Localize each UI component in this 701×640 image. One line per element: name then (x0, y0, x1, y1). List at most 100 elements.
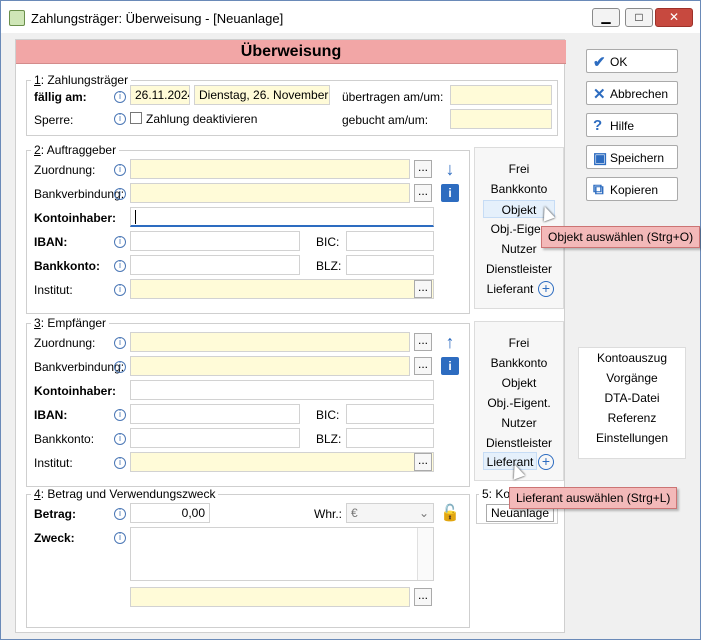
faellig-weekday-display: Dienstag, 26. November (194, 85, 330, 105)
info-icon[interactable]: i (114, 361, 126, 373)
empfaenger-institut-input[interactable] (130, 452, 434, 472)
info-icon[interactable]: i (114, 164, 126, 176)
ok-button[interactable]: ✔ OK (586, 49, 678, 73)
plus-circle-icon[interactable]: + (538, 454, 554, 470)
empfaenger-kontoinhaber-input[interactable] (130, 380, 434, 400)
waehrung-select[interactable]: € ⌄ (346, 503, 434, 523)
betrag-input[interactable]: 0,00 (130, 503, 210, 523)
bic-label: BIC: (316, 235, 340, 249)
form-banner: Überweisung (16, 40, 566, 64)
info-icon[interactable]: i (114, 188, 126, 200)
app-icon (9, 10, 25, 26)
maximize-button[interactable]: □ (625, 8, 653, 27)
kontoauszug-link[interactable]: Kontoauszug (579, 348, 685, 368)
type-frei[interactable]: Frei (475, 334, 563, 352)
ellipsis-button[interactable]: ... (414, 184, 432, 202)
info-icon[interactable]: i (114, 457, 126, 469)
blz-label: BLZ: (316, 259, 342, 273)
ellipsis-button[interactable]: ... (414, 453, 432, 471)
auftraggeber-kontoinhaber-input[interactable] (130, 207, 434, 227)
info-icon[interactable]: i (114, 508, 126, 520)
plus-circle-icon[interactable]: + (538, 281, 554, 297)
type-dienstleister[interactable]: Dienstleister (475, 434, 563, 452)
arrow-down-icon[interactable]: ↓ (440, 160, 460, 180)
empfaenger-blz-input[interactable] (346, 428, 434, 448)
zweck-label: Zweck: (34, 531, 75, 545)
ellipsis-button[interactable]: ... (414, 280, 432, 298)
type-nutzer[interactable]: Nutzer (475, 414, 563, 432)
zweck-textarea[interactable] (130, 527, 434, 581)
bankkonto-label: Bankkonto: (34, 432, 95, 446)
bic-label: BIC: (316, 408, 340, 422)
zweck-extra-input[interactable] (130, 587, 410, 607)
type-bankkonto[interactable]: Bankkonto (475, 180, 563, 198)
empfaenger-zuordnung-input[interactable] (130, 332, 410, 352)
empfaenger-bankkonto-input[interactable] (130, 428, 300, 448)
type-lieferant[interactable]: Lieferant (475, 280, 545, 298)
kontoinhaber-label: Kontoinhaber: (34, 211, 116, 225)
info-icon[interactable]: i (114, 113, 126, 125)
auftraggeber-institut-input[interactable] (130, 279, 434, 299)
info-icon[interactable]: i (114, 433, 126, 445)
auftraggeber-bankverbindung-input[interactable] (130, 183, 410, 203)
type-objekt[interactable]: Objekt (475, 374, 563, 392)
titlebar: Zahlungsträger: Überweisung - [Neuanlage… (1, 1, 700, 33)
type-frei[interactable]: Frei (475, 160, 563, 178)
auftraggeber-blz-input[interactable] (346, 255, 434, 275)
auftraggeber-bic-input[interactable] (346, 231, 434, 251)
info-icon[interactable]: i (114, 236, 126, 248)
info-icon[interactable]: i (114, 260, 126, 272)
info-button[interactable]: i (441, 184, 459, 202)
referenz-link[interactable]: Referenz (579, 408, 685, 428)
kopieren-button[interactable]: ⧉ Kopieren (586, 177, 678, 201)
kontoinhaber-label: Kontoinhaber: (34, 384, 116, 398)
section-title: 3: Empfänger (31, 316, 110, 330)
empfaenger-iban-input[interactable] (130, 404, 300, 424)
info-icon[interactable]: i (114, 532, 126, 544)
info-icon[interactable]: i (114, 91, 126, 103)
ellipsis-button[interactable]: ... (414, 357, 432, 375)
empfaenger-bic-input[interactable] (346, 404, 434, 424)
auftraggeber-iban-input[interactable] (130, 231, 300, 251)
info-button[interactable]: i (441, 357, 459, 375)
ellipsis-button[interactable]: ... (414, 160, 432, 178)
auftraggeber-bankkonto-input[interactable] (130, 255, 300, 275)
vorgaenge-link[interactable]: Vorgänge (579, 368, 685, 388)
abbrechen-button[interactable]: ✕ Abbrechen (586, 81, 678, 105)
chevron-down-icon: ⌄ (418, 506, 429, 520)
info-icon[interactable]: i (114, 337, 126, 349)
arrow-up-icon[interactable]: ↑ (440, 333, 460, 353)
type-bankkonto[interactable]: Bankkonto (475, 354, 563, 372)
gebucht-input[interactable] (450, 109, 552, 129)
ellipsis-button[interactable]: ... (414, 588, 432, 606)
hilfe-button[interactable]: ? Hilfe (586, 113, 678, 137)
lock-icon[interactable]: 🔓 (440, 503, 460, 523)
lieferant-tooltip: Lieferant auswählen (Strg+L) (509, 487, 678, 509)
check-icon: ✔ (593, 54, 606, 71)
close-button[interactable]: ✕ (655, 8, 693, 27)
minimize-button[interactable]: ▁ (592, 8, 620, 27)
save-icon: ▣ (593, 150, 608, 167)
info-icon[interactable]: i (114, 409, 126, 421)
auftraggeber-zuordnung-input[interactable] (130, 159, 410, 179)
iban-label: IBAN: (34, 408, 68, 422)
bankverbindung-label: Bankverbindung: (34, 187, 125, 201)
einstellungen-link[interactable]: Einstellungen (579, 428, 685, 448)
type-obj-eigent[interactable]: Obj.-Eigent. (475, 394, 563, 412)
scrollbar[interactable] (417, 528, 433, 580)
empfaenger-type-panel: Frei Bankkonto Objekt Obj.-Eigent. Nutze… (474, 321, 564, 481)
zahlung-deaktivieren-checkbox[interactable] (130, 112, 142, 124)
type-dienstleister[interactable]: Dienstleister (475, 260, 563, 278)
speichern-button[interactable]: ▣ Speichern (586, 145, 678, 169)
bankkonto-label: Bankkonto: (34, 259, 100, 273)
info-icon[interactable]: i (114, 284, 126, 296)
dta-datei-link[interactable]: DTA-Datei (579, 388, 685, 408)
bankverbindung-label: Bankverbindung: (34, 360, 125, 374)
ellipsis-button[interactable]: ... (414, 333, 432, 351)
zuordnung-label: Zuordnung: (34, 336, 96, 350)
faellig-date-input[interactable]: 26.11.2024 (130, 85, 190, 105)
uebertragen-input[interactable] (450, 85, 552, 105)
help-icon: ? (593, 117, 603, 134)
actions-list: Kontoauszug Vorgänge DTA-Datei Referenz … (578, 347, 686, 459)
empfaenger-bankverbindung-input[interactable] (130, 356, 410, 376)
